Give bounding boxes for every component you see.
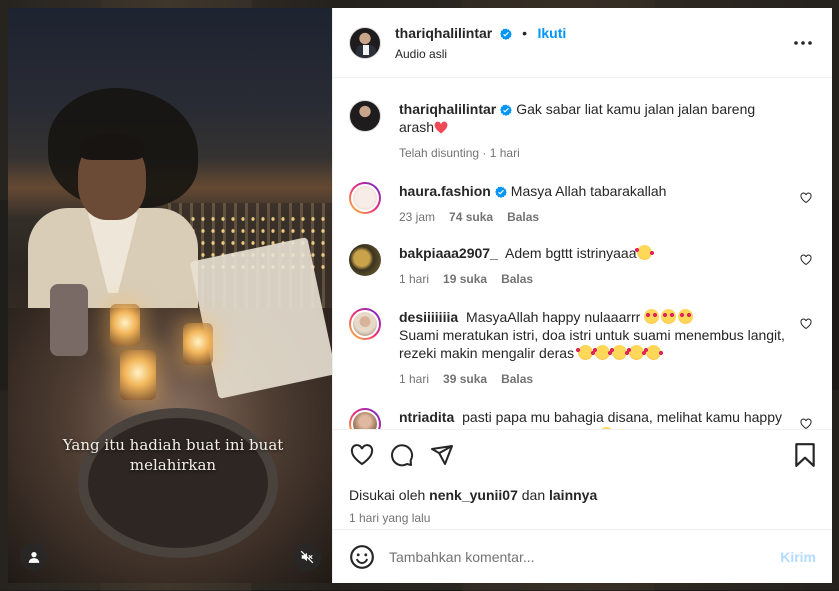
likes-summary: Disukai oleh nenk_yunii07 dan lainnya [349, 487, 816, 503]
comment-username[interactable]: haura.fashion [399, 183, 491, 199]
heart-eyes-emoji-icon [661, 309, 677, 324]
commenter-avatar[interactable] [349, 182, 381, 214]
comment-text: Masya Allah tabarakallah [510, 183, 667, 199]
comment-username[interactable]: bakpiaaa2907_ [399, 245, 498, 261]
smiling-hearts-emoji-icon [634, 245, 654, 260]
comment-time[interactable]: 1 hari [399, 370, 429, 388]
separator-dot: • [522, 24, 528, 41]
more-options-icon [794, 41, 812, 45]
verified-badge-icon [494, 186, 507, 198]
video-candle [183, 323, 213, 365]
comment-composer: Kirim [333, 529, 832, 583]
heart-eyes-emoji-icon [678, 309, 694, 324]
video-person-hair [80, 134, 144, 160]
comment-item: ntriadita pasti papa mu bahagia disana, … [349, 408, 816, 429]
commenter-avatar[interactable] [349, 308, 381, 340]
liked-by-user[interactable]: nenk_yunii07 [429, 487, 518, 503]
reply-button[interactable]: Balas [501, 270, 533, 288]
commenter-avatar[interactable] [349, 408, 381, 429]
post-side-panel: thariqhalilintar • Ikuti Audio asli thar… [332, 8, 832, 583]
comment-likes[interactable]: 19 suka [443, 270, 487, 288]
comment-username[interactable]: ntriadita [399, 409, 454, 425]
smiling-hearts-emoji-icon [575, 345, 595, 360]
user-tag-icon [28, 552, 40, 563]
bookmark-icon[interactable] [792, 442, 818, 468]
smiling-hearts-emoji-icon [626, 345, 646, 360]
comment-username[interactable]: desiiiiiiia [399, 309, 458, 325]
like-comment-icon[interactable] [800, 418, 812, 429]
comment-text: Adem bgttt istrinyaaa [504, 245, 637, 261]
comment-time[interactable]: 1 hari [399, 270, 429, 288]
comment-icon [391, 444, 414, 467]
tagged-users-button[interactable] [20, 543, 48, 571]
smiling-hearts-emoji-icon [609, 345, 629, 360]
share-button[interactable] [429, 442, 455, 468]
likes-joiner: dan [521, 487, 546, 503]
post-header: thariqhalilintar • Ikuti Audio asli [333, 8, 832, 78]
comments-list[interactable]: thariqhalilintar Gak sabar liat kamu jala… [333, 78, 832, 429]
comment-likes[interactable]: 39 suka [443, 370, 487, 388]
author-username[interactable]: thariqhalilintar [395, 25, 492, 41]
comment-time[interactable]: 23 jam [399, 208, 435, 226]
caption-meta: Telah disunting · 1 hari [399, 146, 520, 160]
comment-input[interactable] [389, 548, 781, 565]
like-comment-icon[interactable] [800, 192, 812, 204]
author-avatar[interactable] [349, 100, 381, 132]
reply-button[interactable]: Balas [507, 208, 539, 226]
video-candle [110, 304, 140, 346]
more-options-button[interactable] [792, 32, 814, 54]
post-comment-button[interactable]: Kirim [780, 549, 816, 565]
post-time[interactable]: 1 hari yang lalu [349, 511, 816, 525]
caption-username[interactable]: thariqhalilintar [399, 101, 496, 117]
video-candle [120, 350, 156, 400]
comment-item: haura.fashion Masya Allah tabarakallah 23… [349, 182, 816, 226]
post-actions: Disukai oleh nenk_yunii07 dan lainnya 1 … [333, 429, 832, 529]
reply-button[interactable]: Balas [501, 370, 533, 388]
video-phone [50, 284, 88, 356]
like-comment-icon[interactable] [800, 254, 812, 266]
comment-item: bakpiaaa2907_ Adem bgttt istrinyaaa 1 ha… [349, 244, 816, 288]
mute-icon [300, 550, 314, 564]
follow-button[interactable]: Ikuti [538, 25, 567, 41]
smiling-hearts-emoji-icon [592, 345, 612, 360]
audio-link[interactable]: Audio asli [395, 47, 566, 61]
heart-eyes-emoji-icon [644, 309, 660, 324]
comment-text: pasti papa mu bahagia disana, melihat ka… [399, 409, 782, 429]
like-comment-icon[interactable] [800, 318, 812, 330]
comment-text: MasyaAllah happy nulaaarrr [466, 309, 641, 325]
video-plate [78, 408, 278, 558]
post-video[interactable]: Yang itu hadiah buat ini buat melahirkan [8, 8, 332, 583]
mute-button[interactable] [293, 543, 321, 571]
verified-badge-icon [500, 104, 513, 116]
like-button[interactable] [349, 442, 375, 468]
smiling-hearts-emoji-icon [643, 345, 663, 360]
video-caption-overlay: Yang itu hadiah buat ini buat melahirkan [62, 436, 284, 474]
post-modal: Yang itu hadiah buat ini buat melahirkan… [8, 8, 832, 583]
comment-button[interactable] [389, 442, 415, 468]
share-icon [431, 445, 453, 465]
likes-others[interactable]: lainnya [549, 487, 597, 503]
commenter-avatar[interactable] [349, 244, 381, 276]
like-icon [350, 444, 374, 466]
post-caption: thariqhalilintar Gak sabar liat kamu jala… [349, 100, 816, 162]
likes-prefix: Disukai oleh [349, 487, 426, 503]
author-avatar[interactable] [349, 26, 381, 59]
red-heart-icon [434, 121, 448, 134]
comment-likes[interactable]: 74 suka [449, 208, 493, 226]
comment-item: desiiiiiiia MasyaAllah happy nulaaarrr S… [349, 308, 816, 388]
emoji-icon[interactable] [349, 544, 375, 570]
verified-badge-icon [499, 28, 512, 40]
